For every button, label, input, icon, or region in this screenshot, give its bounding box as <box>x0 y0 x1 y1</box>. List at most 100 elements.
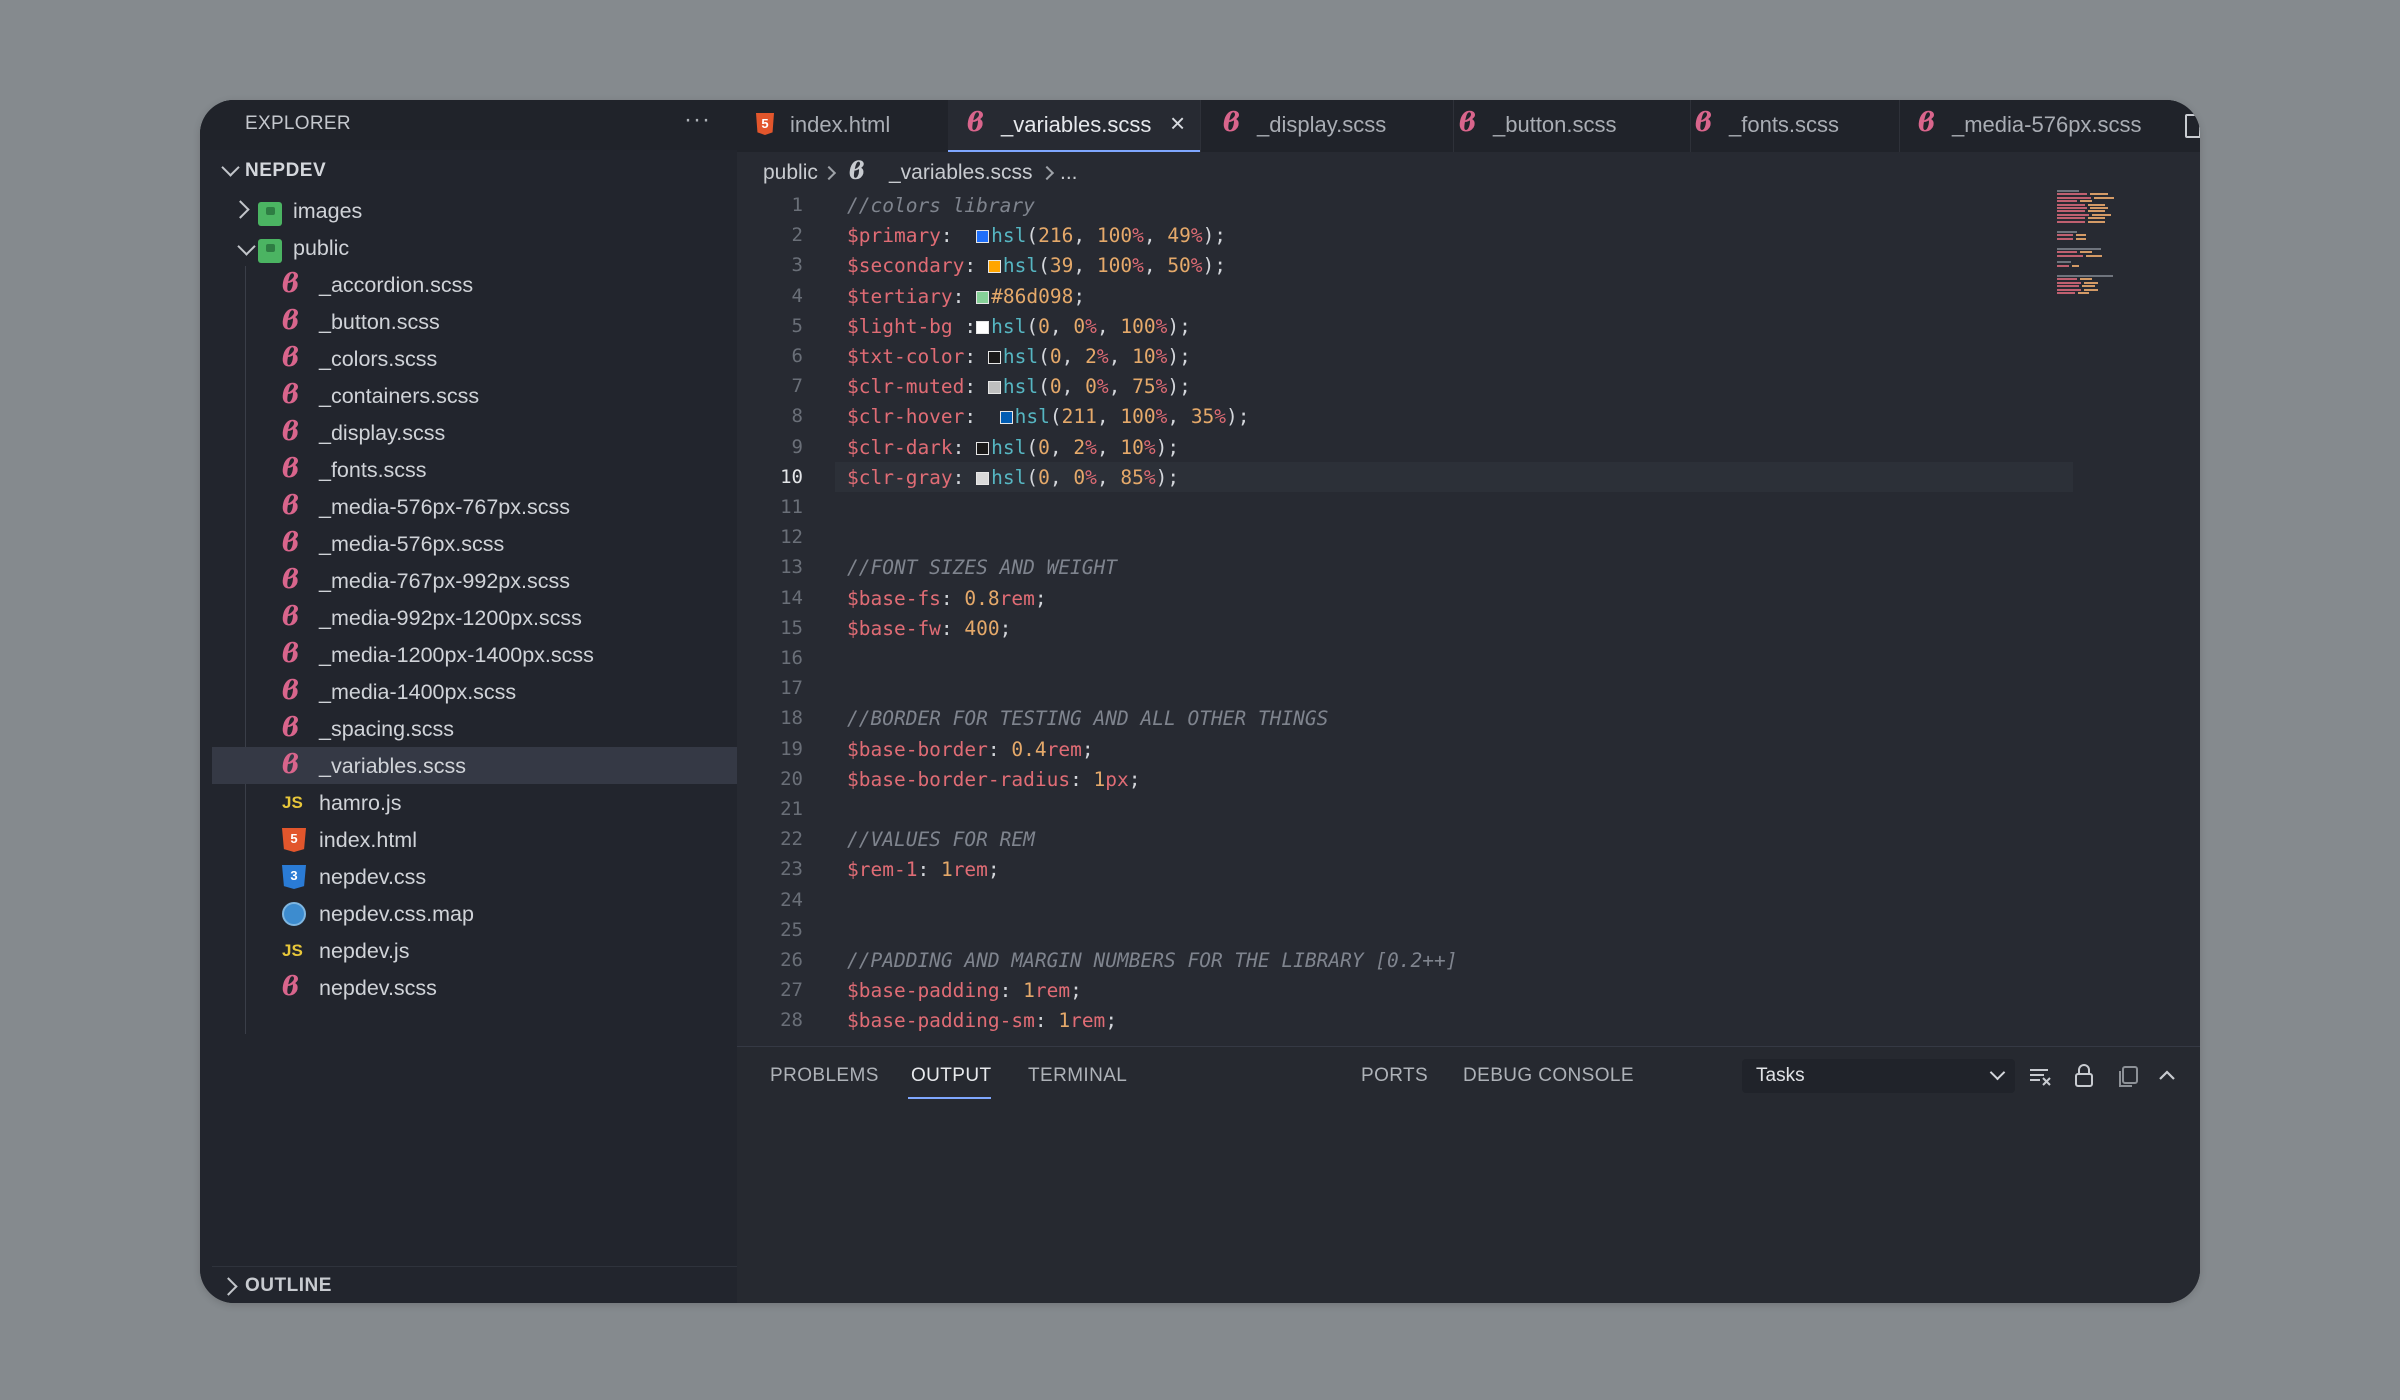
panel-tab-problems[interactable]: PROBLEMS <box>770 1065 879 1087</box>
code-token: ( <box>1038 345 1050 368</box>
tab-button-scss[interactable]: ϐ _button.scss <box>1440 100 1690 152</box>
code-token: $base-fs <box>847 586 941 610</box>
tree-file[interactable]: ϐ _media-1400px.scss <box>212 673 737 710</box>
minimap-line <box>2080 200 2092 203</box>
code-line: 25 <box>737 915 2200 945</box>
code-token: ); <box>1202 224 1227 248</box>
line-number: 26 <box>780 949 803 971</box>
code-token: rem <box>1046 737 1082 761</box>
tree-file[interactable]: nepdev.css.map <box>212 895 737 932</box>
tree-file[interactable]: ϐ _spacing.scss <box>212 710 737 747</box>
ellipsis-icon[interactable]: ··· <box>684 106 711 134</box>
tree-folder[interactable]: public <box>212 229 737 266</box>
code-token: 0 <box>1038 314 1050 338</box>
color-swatch[interactable] <box>976 320 990 334</box>
project-name: NEPDEV <box>245 160 327 181</box>
clear-output-icon[interactable] <box>2027 1063 2053 1089</box>
tree-file[interactable]: ϐ _media-767px-992px.scss <box>212 562 737 599</box>
minimap-line <box>2057 247 2101 250</box>
code-token: % <box>1190 254 1203 278</box>
tree-file[interactable]: ϐ _colors.scss <box>212 340 737 377</box>
tree-file[interactable]: ϐ _display.scss <box>212 414 737 451</box>
tree-file[interactable]: ϐ _media-1200px-1400px.scss <box>212 636 737 673</box>
outline-section[interactable]: OUTLINE <box>212 1266 737 1301</box>
tree-file[interactable]: ϐ nepdev.scss <box>212 969 737 1006</box>
code-line: 12 <box>737 522 2200 552</box>
code-token: , <box>1096 314 1121 338</box>
code-token: , <box>1049 435 1074 459</box>
code-token: //BORDER FOR TESTING AND ALL OTHER THING… <box>847 707 1329 731</box>
color-swatch[interactable] <box>976 230 990 244</box>
tree-file[interactable]: ϐ _containers.scss <box>212 377 737 414</box>
code-token: 10 <box>1120 435 1144 459</box>
tree-file[interactable]: JS hamro.js <box>212 784 737 821</box>
tree-folder[interactable]: images <box>212 192 737 229</box>
project-folder-row[interactable]: NEPDEV <box>212 155 737 187</box>
tree-item-label: _colors.scss <box>319 347 438 371</box>
code-token: hsl <box>1002 375 1039 399</box>
minimap-line <box>2057 292 2075 294</box>
panel-tab-terminal[interactable]: TERMINAL <box>1028 1065 1127 1087</box>
code-token: 75 <box>1132 375 1156 399</box>
color-swatch[interactable] <box>987 260 1001 274</box>
minimap-line <box>2057 261 2071 264</box>
copy-icon[interactable] <box>2115 1063 2141 1089</box>
tree-file[interactable]: ϐ _media-576px-767px.scss <box>212 488 737 525</box>
output-channel-select[interactable]: Tasks <box>1742 1059 2015 1093</box>
tree-file[interactable]: ϐ _button.scss <box>212 303 737 340</box>
code-token: : <box>964 254 988 278</box>
folder-icon <box>258 202 282 226</box>
minimap[interactable] <box>2057 190 2157 310</box>
code-line: 18 //BORDER FOR TESTING AND ALL OTHER THI… <box>737 703 2200 733</box>
minimap-line <box>2057 220 2085 223</box>
minimap-line <box>2057 275 2113 277</box>
tab-label: index.html <box>790 112 891 137</box>
color-swatch[interactable] <box>976 290 990 304</box>
code-token: $txt-color <box>847 345 965 368</box>
tree-file[interactable]: 5 index.html <box>212 821 737 858</box>
code-token: 100 <box>1096 254 1133 278</box>
minimap-line <box>2057 278 2077 281</box>
active-tab-indicator <box>908 1097 991 1099</box>
sass-file-icon: ϐ <box>282 417 300 447</box>
tree-item-label: _fonts.scss <box>319 458 427 482</box>
line-number: 25 <box>780 918 803 941</box>
tab-variables-scss[interactable]: ϐ _variables.scss × <box>948 100 1200 152</box>
tree-file[interactable]: JS nepdev.js <box>212 932 737 969</box>
line-content: //VALUES FOR REM <box>847 828 1035 851</box>
tree-file[interactable]: ϐ _fonts.scss <box>212 451 737 488</box>
breadcrumb-symbol[interactable]: ... <box>1060 161 1078 185</box>
panel-tab-ports[interactable]: PORTS <box>1361 1065 1428 1087</box>
code-token: : <box>940 586 965 610</box>
line-number: 19 <box>780 737 803 760</box>
chevron-down-icon <box>1989 1064 2006 1081</box>
tree-file[interactable]: ϐ _variables.scss <box>212 747 737 784</box>
tab-fonts-scss[interactable]: ϐ _fonts.scss <box>1676 100 1899 152</box>
color-swatch[interactable] <box>976 471 990 485</box>
panel-tab-output[interactable]: OUTPUT <box>911 1065 992 1087</box>
breadcrumb-file[interactable]: _variables.scss <box>889 161 1033 185</box>
tree-file[interactable]: ϐ _media-576px.scss <box>212 525 737 562</box>
code-token: hsl <box>991 314 1027 338</box>
tab-media-576px-scss[interactable]: ϐ _media-576px.scss <box>1899 100 2200 152</box>
tab-display-scss[interactable]: ϐ _display.scss <box>1204 100 1453 152</box>
tree-file[interactable]: ϐ _media-992px-1200px.scss <box>212 599 737 636</box>
sass-file-icon: ϐ <box>1695 108 1713 138</box>
tree-file[interactable]: ϐ _accordion.scss <box>212 266 737 303</box>
color-swatch[interactable] <box>976 441 990 455</box>
code-token: 1 <box>1093 767 1106 791</box>
breadcrumb-folder[interactable]: public <box>763 161 818 185</box>
code-editor[interactable]: 1//colors library 2 $primary: hsl(216, 100… <box>737 190 2200 1145</box>
panel-tab-debug-console[interactable]: DEBUG CONSOLE <box>1463 1065 1634 1087</box>
lock-icon[interactable] <box>2071 1063 2097 1089</box>
color-swatch[interactable] <box>987 381 1001 395</box>
color-swatch[interactable] <box>999 411 1013 425</box>
sass-file-icon: ϐ <box>849 156 866 185</box>
close-icon[interactable]: × <box>1170 108 1185 139</box>
tab-label: _button.scss <box>1493 112 1617 137</box>
code-token: 0 <box>1085 375 1097 399</box>
maximize-panel-icon[interactable] <box>2157 1063 2177 1089</box>
line-content: $secondary: hsl(39, 100%, 50%); <box>847 254 1226 277</box>
color-swatch[interactable] <box>987 351 1001 364</box>
tree-file[interactable]: 3 nepdev.css <box>212 858 737 895</box>
